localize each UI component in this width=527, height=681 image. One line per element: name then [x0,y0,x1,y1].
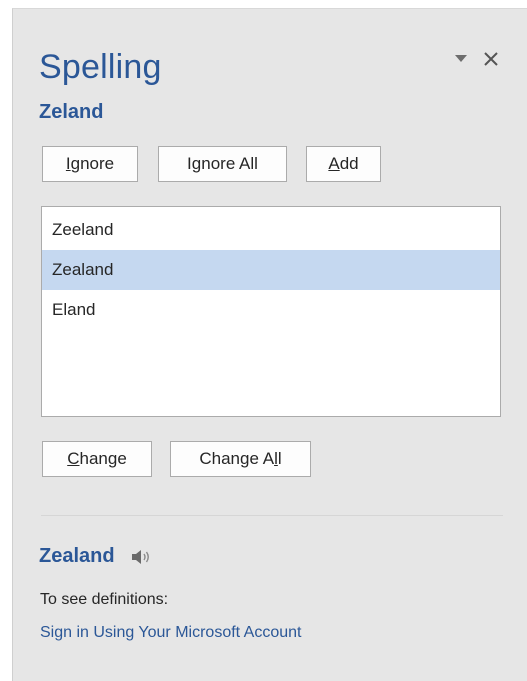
definition-word: Zealand [39,545,115,567]
section-divider [41,515,503,516]
add-button[interactable]: Add [306,146,381,182]
suggestion-item-selected[interactable]: Zealand [42,250,500,290]
pane-controls [451,49,501,69]
speaker-icon[interactable] [131,547,153,567]
spelling-pane: Spelling Zeland Ignore Ig nore All Add Ze… [12,8,527,681]
pane-title: Spelling [39,48,162,86]
ignore-button[interactable]: Ignore [42,146,138,182]
close-icon[interactable] [481,49,501,69]
dropdown-arrow-icon[interactable] [451,49,471,69]
suggestion-item[interactable]: Eland [42,290,500,330]
change-button[interactable]: Change [42,441,152,477]
sign-in-link[interactable]: Sign in Using Your Microsoft Account [40,624,301,642]
change-all-button[interactable]: Change All [170,441,311,477]
ignore-all-button[interactable]: Ig nore All [158,146,287,182]
definition-section: Zealand [39,545,153,568]
misspelled-word: Zeland [39,101,104,123]
definition-note: To see definitions: [40,591,169,608]
suggestion-item[interactable]: Zeeland [42,210,500,250]
suggestions-list[interactable]: Zeeland Zealand Eland [41,206,501,417]
